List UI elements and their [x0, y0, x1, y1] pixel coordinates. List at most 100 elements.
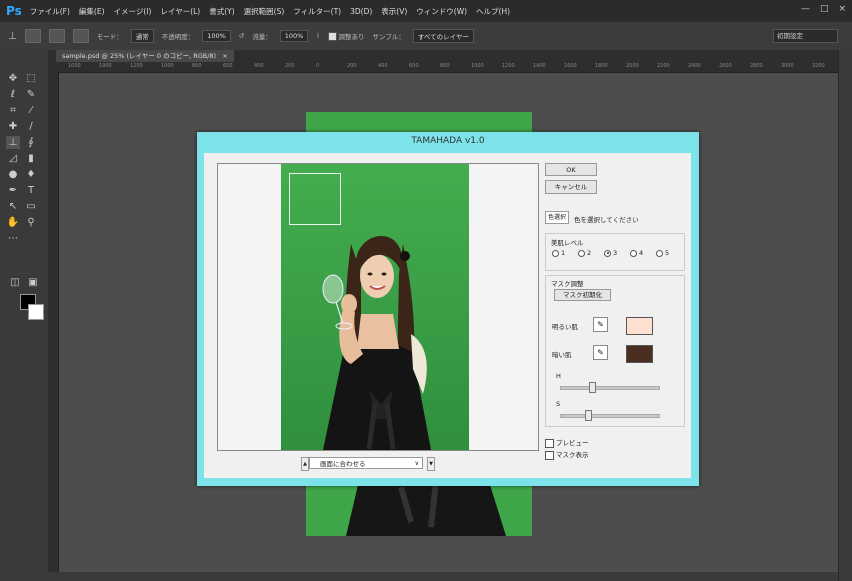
preview-pane[interactable]	[217, 163, 539, 451]
ruler-tick-label: 200	[285, 63, 295, 69]
eyedropper-icon[interactable]: ⁄	[24, 104, 38, 117]
dark-skin-swatch[interactable]	[626, 345, 653, 363]
s-slider-track[interactable]	[560, 414, 660, 418]
mask-display-checkbox[interactable]: マスク表示	[545, 449, 589, 460]
flow-field[interactable]: 100%	[279, 30, 309, 42]
preview-checkbox[interactable]: プレビュー	[545, 437, 589, 448]
radio-icon	[656, 249, 663, 257]
eraser-icon[interactable]: ◿	[6, 152, 20, 165]
light-skin-label: 明るい肌	[552, 323, 578, 331]
sample-area-rectangle[interactable]	[289, 173, 341, 225]
stamp-icon[interactable]: ⊥	[6, 136, 20, 149]
dark-skin-label: 暗い肌	[552, 351, 572, 359]
zoom-prev-arrow-icon[interactable]: ▲	[301, 457, 309, 471]
s-slider-thumb[interactable]	[584, 410, 592, 421]
flow-label: 流量：	[252, 33, 272, 41]
aligned-checkbox[interactable]: 調整あり	[327, 31, 365, 42]
maximize-button[interactable]: □	[820, 4, 829, 14]
zoom-icon[interactable]: ⚲	[24, 216, 38, 229]
select-color-button[interactable]: 色選択	[545, 211, 569, 224]
blur-icon[interactable]: ●	[6, 168, 20, 181]
menu-window[interactable]: ウィンドウ(W)	[416, 6, 467, 17]
menu-help[interactable]: ヘルプ(H)	[476, 6, 510, 17]
menu-layer[interactable]: レイヤー(L)	[160, 6, 200, 17]
photoshop-logo: Ps	[6, 4, 22, 18]
chevron-down-icon[interactable]: ∨	[415, 458, 419, 470]
ruler-tick-label: 0	[316, 63, 320, 69]
stamp-tool-icon[interactable]: ⊥	[8, 31, 17, 42]
preview-checkbox-label: プレビュー	[556, 439, 589, 447]
more-tools-icon[interactable]: ⋯	[6, 232, 20, 245]
healing-icon[interactable]: ✚	[6, 120, 20, 133]
toggle-clone-source-icon[interactable]	[72, 29, 89, 43]
mask-init-button[interactable]: マスク初期化	[554, 289, 611, 301]
pressure-opacity-icon[interactable]: ↺	[239, 32, 244, 40]
type-icon[interactable]: T	[24, 184, 38, 197]
skin-level-radio-3[interactable]: 3	[604, 249, 617, 257]
opacity-field[interactable]: 100%	[202, 30, 231, 42]
background-color-swatch[interactable]	[28, 304, 44, 320]
menu-filter[interactable]: フィルター(T)	[293, 6, 341, 17]
skin-level-radio-5[interactable]: 5	[656, 249, 669, 257]
quick-mask-icon[interactable]: ◫	[8, 276, 22, 289]
ruler-tick-label: 2000	[626, 63, 639, 69]
tab-close-icon[interactable]: ×	[222, 52, 227, 60]
zoom-next-arrow-icon[interactable]: ▼	[427, 457, 435, 471]
menu-view[interactable]: 表示(V)	[381, 6, 407, 17]
crop-icon[interactable]: ⌗	[6, 104, 20, 117]
history-brush-icon[interactable]: ∮	[24, 136, 38, 149]
skin-level-radio-4[interactable]: 4	[630, 249, 643, 257]
menu-select[interactable]: 選択範囲(S)	[244, 6, 285, 17]
pen-icon[interactable]: ✒	[6, 184, 20, 197]
screen-mode-icon[interactable]: ▣	[26, 276, 40, 289]
preview-photo[interactable]	[281, 164, 469, 450]
h-slider-thumb[interactable]	[589, 382, 597, 393]
window-controls: — □ ×	[801, 4, 846, 14]
minimize-button[interactable]: —	[801, 4, 810, 14]
cancel-button[interactable]: キャンセル	[545, 180, 597, 194]
menu-type[interactable]: 書式(Y)	[209, 6, 234, 17]
shape-icon[interactable]: ▭	[24, 200, 38, 213]
airbrush-icon[interactable]: ⌇	[316, 32, 319, 40]
hand-icon[interactable]: ✋	[6, 216, 20, 229]
menu-3d[interactable]: 3D(D)	[350, 7, 372, 16]
ruler-tick-label: 1400	[533, 63, 546, 69]
ruler-tick-label: 1200	[130, 63, 143, 69]
brush-preset-picker[interactable]	[24, 29, 41, 43]
ruler-tick-label: 400	[378, 63, 388, 69]
ok-button[interactable]: OK	[545, 163, 597, 176]
mask-adjust-label: マスク調整	[551, 280, 584, 288]
ruler-tick-label: 600	[409, 63, 419, 69]
dark-skin-eyedropper-icon[interactable]: ✎	[593, 345, 608, 360]
h-slider-track[interactable]	[560, 386, 660, 390]
menu-image[interactable]: イメージ(I)	[114, 6, 152, 17]
dodge-icon[interactable]: ♦	[24, 168, 38, 181]
menu-edit[interactable]: 編集(E)	[79, 6, 105, 17]
dialog-title: TAMAHADA v1.0	[411, 136, 485, 146]
lasso-icon[interactable]: ℓ	[6, 88, 20, 101]
ruler-tick-label: 1000	[471, 63, 484, 69]
workspace-select[interactable]: 初期設定	[773, 29, 838, 43]
skin-level-radio-2[interactable]: 2	[578, 249, 591, 257]
menu-file[interactable]: ファイル(F)	[30, 6, 70, 17]
gradient-icon[interactable]: ▮	[24, 152, 38, 165]
ruler-tick-label: 1000	[161, 63, 174, 69]
ruler-tick-label: 400	[254, 63, 264, 69]
close-button[interactable]: ×	[838, 4, 846, 14]
document-tab[interactable]: sample.psd @ 25% (レイヤー 0 のコピー, RGB/8) ×	[56, 50, 234, 62]
tamahada-dialog: TAMAHADA v1.0 ▲ 画面に合わせる ∨ ▼ OK キャンセル 色選択…	[197, 132, 699, 486]
path-select-icon[interactable]: ↖	[6, 200, 20, 213]
light-skin-eyedropper-icon[interactable]: ✎	[593, 317, 608, 332]
marquee-icon[interactable]: ⬚	[24, 72, 38, 85]
mode-select[interactable]: 通常	[130, 29, 154, 43]
skin-level-radio-1[interactable]: 1	[552, 249, 565, 257]
zoom-fit-select[interactable]: ▲ 画面に合わせる ∨ ▼	[301, 457, 435, 471]
quick-select-icon[interactable]: ✎	[24, 88, 38, 101]
move-icon[interactable]: ✥	[6, 72, 20, 85]
ruler-tick-label: 800	[192, 63, 202, 69]
checkbox-icon	[545, 450, 554, 460]
light-skin-swatch[interactable]	[626, 317, 653, 335]
toggle-brush-panel-icon[interactable]	[48, 29, 65, 43]
sample-select[interactable]: すべてのレイヤー	[412, 29, 474, 43]
brush-icon[interactable]: ∕	[24, 120, 38, 133]
